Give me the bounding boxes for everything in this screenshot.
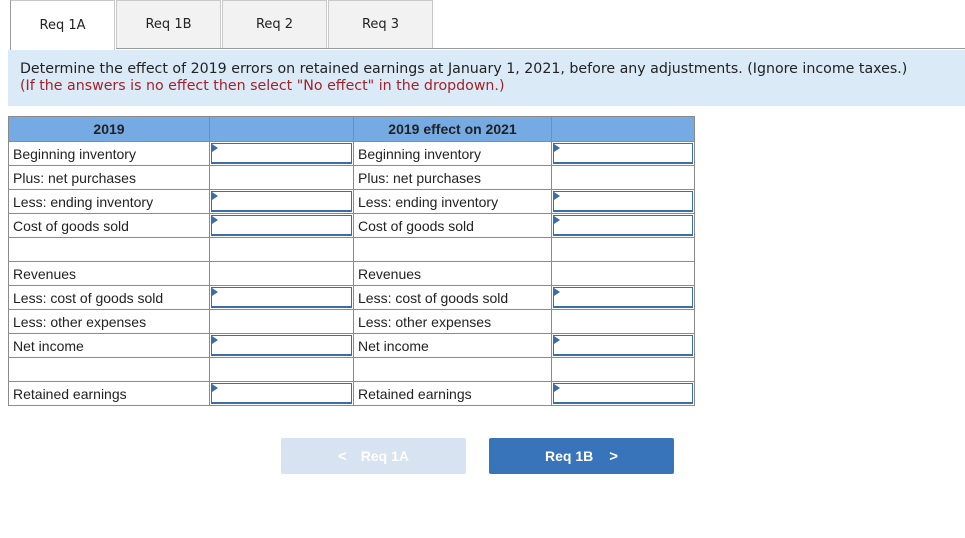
amount-cell-2021 [551,333,695,358]
amount-cell-2019 [209,189,354,214]
amount-cell-2019 [209,333,354,358]
effect-dropdown[interactable] [211,215,352,236]
effect-dropdown[interactable] [211,143,352,164]
table-row: Less: other expenses Less: other expenses [8,309,695,334]
amount-cell-2019 [209,381,354,406]
amount-cell-2021 [551,357,695,382]
amount-cell-2021 [551,189,695,214]
amount-cell-2021 [551,237,695,262]
effect-dropdown[interactable] [553,215,693,236]
effect-dropdown[interactable] [211,191,352,212]
amount-cell-2019 [209,141,354,166]
amount-cell-2019 [209,237,354,262]
row-label-2021 [353,357,552,382]
requirement-tabs: Req 1A Req 1B Req 2 Req 3 [10,0,434,50]
table-row: Net income Net income [8,333,695,358]
instructions-panel: Determine the effect of 2019 errors on r… [8,50,965,106]
row-label-2019: Less: cost of goods sold [8,285,210,310]
amount-cell-2021 [551,165,695,190]
header-2021-amount [551,116,695,142]
table-row: Revenues Revenues [8,261,695,286]
effect-dropdown[interactable] [553,335,693,356]
amount-cell-2021 [551,309,695,334]
worksheet-table: 2019 2019 effect on 2021 Beginning inven… [8,116,695,406]
header-2019-amount [209,116,354,142]
row-label-2021: Plus: net purchases [353,165,552,190]
row-label-2019: Net income [8,333,210,358]
row-label-2019 [8,357,210,382]
table-row: Retained earnings Retained earnings [8,381,695,406]
effect-dropdown[interactable] [211,287,352,308]
effect-dropdown[interactable] [211,335,352,356]
row-label-2019: Beginning inventory [8,141,210,166]
amount-cell-2021 [551,381,695,406]
tab-req-3[interactable]: Req 3 [328,0,433,48]
instruction-text: Determine the effect of 2019 errors on r… [20,61,908,77]
table-row [8,237,695,262]
amount-cell-2019 [209,285,354,310]
effect-dropdown[interactable] [211,383,352,404]
row-label-2021: Cost of goods sold [353,213,552,238]
row-label-2021 [353,237,552,262]
effect-dropdown[interactable] [553,287,693,308]
row-label-2019: Cost of goods sold [8,213,210,238]
instruction-note: (If the answers is no effect then select… [20,78,505,94]
row-label-2019: Less: ending inventory [8,189,210,214]
amount-cell-2019 [209,165,354,190]
table-row: Beginning inventory Beginning inventory [8,141,695,166]
tab-req-2[interactable]: Req 2 [222,0,327,48]
table-row: Cost of goods sold Cost of goods sold [8,213,695,238]
row-label-2021: Revenues [353,261,552,286]
next-button-label: Req 1B [545,448,594,464]
tab-req-1b[interactable]: Req 1B [116,0,221,48]
amount-cell-2019 [209,213,354,238]
amount-cell-2021 [551,213,695,238]
effect-dropdown[interactable] [553,143,693,164]
amount-cell-2021 [551,285,695,310]
tab-divider [116,48,965,49]
chevron-right-icon: > [609,447,618,465]
amount-cell-2021 [551,141,695,166]
prev-req-1a-button[interactable]: < Req 1A [281,438,466,474]
effect-dropdown[interactable] [553,383,693,404]
row-label-2021: Less: other expenses [353,309,552,334]
tab-req-1a[interactable]: Req 1A [10,0,115,50]
table-header-row: 2019 2019 effect on 2021 [8,116,695,142]
table-row: Plus: net purchases Plus: net purchases [8,165,695,190]
table-row [8,357,695,382]
row-label-2019 [8,237,210,262]
row-label-2021: Retained earnings [353,381,552,406]
header-2019-effect-on-2021: 2019 effect on 2021 [353,116,552,142]
row-label-2021: Less: ending inventory [353,189,552,214]
next-req-1b-button[interactable]: Req 1B > [489,438,674,474]
amount-cell-2019 [209,261,354,286]
table-row: Less: ending inventory Less: ending inven… [8,189,695,214]
chevron-left-icon: < [338,447,347,465]
amount-cell-2021 [551,261,695,286]
amount-cell-2019 [209,309,354,334]
row-label-2019: Retained earnings [8,381,210,406]
row-label-2021: Beginning inventory [353,141,552,166]
row-label-2019: Plus: net purchases [8,165,210,190]
header-2019: 2019 [8,116,210,142]
prev-button-label: Req 1A [360,448,409,464]
effect-dropdown[interactable] [553,191,693,212]
amount-cell-2019 [209,357,354,382]
row-label-2019: Less: other expenses [8,309,210,334]
row-label-2021: Net income [353,333,552,358]
row-label-2019: Revenues [8,261,210,286]
row-label-2021: Less: cost of goods sold [353,285,552,310]
table-row: Less: cost of goods sold Less: cost of go… [8,285,695,310]
